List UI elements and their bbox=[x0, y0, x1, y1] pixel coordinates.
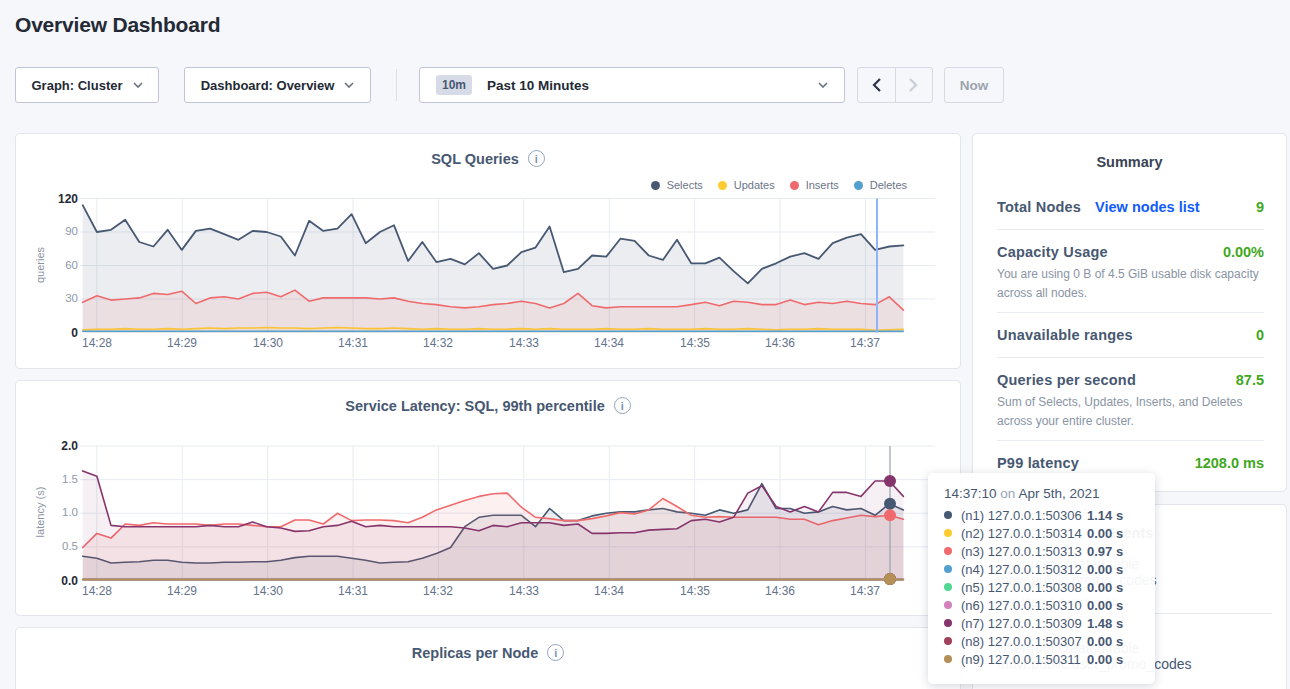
x-axis-tick: 14:29 bbox=[150, 584, 214, 598]
time-range-badge: 10m bbox=[436, 75, 472, 95]
node-dot-icon bbox=[944, 583, 952, 591]
chevron-down-icon bbox=[133, 82, 143, 88]
tooltip-node-row: (n7) 127.0.0.1:503091.48 s bbox=[944, 614, 1139, 632]
info-icon[interactable]: i bbox=[547, 644, 564, 661]
tooltip-node-row: (n5) 127.0.0.1:503080.00 s bbox=[944, 578, 1139, 596]
node-dot-icon bbox=[944, 619, 952, 627]
latency-chart[interactable] bbox=[16, 381, 960, 615]
x-axis-tick: 14:33 bbox=[492, 336, 556, 350]
x-axis-tick: 14:35 bbox=[663, 336, 727, 350]
summary-row-total-nodes: Total Nodes View nodes list 9 bbox=[997, 185, 1264, 230]
sql-queries-chart[interactable] bbox=[16, 134, 960, 368]
p99-latency-value: 1208.0 ms bbox=[1195, 455, 1264, 472]
summary-row-qps: Queries per second 87.5 Sum of Selects, … bbox=[997, 358, 1264, 441]
node-dot-icon bbox=[944, 565, 952, 573]
page-title: Overview Dashboard bbox=[15, 13, 220, 37]
chevron-down-icon bbox=[344, 82, 354, 88]
x-axis-tick: 14:34 bbox=[577, 336, 641, 350]
x-axis-tick: 14:34 bbox=[577, 584, 641, 598]
x-axis-tick: 14:36 bbox=[748, 584, 812, 598]
x-axis-tick: 14:29 bbox=[150, 336, 214, 350]
x-axis-tick: 14:35 bbox=[663, 584, 727, 598]
tooltip-node-row: (n9) 127.0.0.1:503110.00 s bbox=[944, 650, 1139, 668]
total-nodes-value: 9 bbox=[1256, 199, 1264, 216]
replicas-panel: Replicas per Node i bbox=[15, 627, 961, 689]
tooltip-node-row: (n3) 127.0.0.1:503130.97 s bbox=[944, 542, 1139, 560]
chevron-left-icon bbox=[872, 78, 881, 92]
tooltip-node-row: (n4) 127.0.0.1:503120.00 s bbox=[944, 560, 1139, 578]
x-axis-tick: 14:37 bbox=[833, 584, 897, 598]
chevron-down-icon bbox=[818, 82, 828, 88]
node-dot-icon bbox=[944, 637, 952, 645]
graph-dropdown[interactable]: Graph: Cluster bbox=[15, 67, 159, 103]
x-axis-tick: 14:28 bbox=[65, 584, 129, 598]
node-dot-icon bbox=[944, 529, 952, 537]
node-dot-icon bbox=[944, 601, 952, 609]
qps-value: 87.5 bbox=[1236, 372, 1264, 389]
summary-row-capacity: Capacity Usage 0.00% You are using 0 B o… bbox=[997, 230, 1264, 313]
tooltip-node-row: (n6) 127.0.0.1:503100.00 s bbox=[944, 596, 1139, 614]
controls-divider bbox=[396, 69, 397, 101]
now-button[interactable]: Now bbox=[944, 67, 1004, 103]
dashboard-dropdown-label: Dashboard: Overview bbox=[201, 78, 335, 93]
summary-panel: Summary Total Nodes View nodes list 9 Ca… bbox=[972, 133, 1287, 492]
y-axis-label: latency (s) bbox=[34, 452, 46, 572]
summary-title: Summary bbox=[973, 154, 1286, 170]
y-axis-tick: 2.0 bbox=[32, 439, 78, 453]
summary-row-unavailable: Unavailable ranges 0 bbox=[997, 313, 1264, 358]
chevron-right-icon bbox=[909, 78, 918, 92]
unavailable-ranges-value: 0 bbox=[1256, 327, 1264, 344]
view-nodes-list-link[interactable]: View nodes list bbox=[1095, 199, 1200, 216]
next-time-button[interactable] bbox=[896, 68, 933, 102]
time-range-picker[interactable]: 10m Past 10 Minutes bbox=[419, 67, 845, 103]
graph-dropdown-label: Graph: Cluster bbox=[31, 78, 122, 93]
capacity-usage-value: 0.00% bbox=[1223, 244, 1264, 261]
x-axis-tick: 14:36 bbox=[748, 336, 812, 350]
x-axis-tick: 14:30 bbox=[236, 336, 300, 350]
node-dot-icon bbox=[944, 547, 952, 555]
tooltip-timestamp: 14:37:10 on Apr 5th, 2021 bbox=[944, 486, 1139, 501]
x-axis-tick: 14:28 bbox=[65, 336, 129, 350]
x-axis-tick: 14:32 bbox=[406, 584, 470, 598]
node-dot-icon bbox=[944, 511, 952, 519]
prev-time-button[interactable] bbox=[858, 68, 896, 102]
tooltip-node-row: (n8) 127.0.0.1:503070.00 s bbox=[944, 632, 1139, 650]
sql-queries-panel: SQL Queries i SelectsUpdatesInsertsDelet… bbox=[15, 133, 961, 369]
x-axis-tick: 14:31 bbox=[321, 584, 385, 598]
chart-tooltip: 14:37:10 on Apr 5th, 2021 (n1) 127.0.0.1… bbox=[928, 473, 1155, 684]
x-axis-tick: 14:32 bbox=[406, 336, 470, 350]
dashboard-dropdown[interactable]: Dashboard: Overview bbox=[184, 67, 371, 103]
x-axis-tick: 14:37 bbox=[833, 336, 897, 350]
latency-panel: Service Latency: SQL, 99th percentile i … bbox=[15, 380, 961, 616]
y-axis-tick: 120 bbox=[32, 192, 78, 206]
replicas-title: Replicas per Node i bbox=[16, 644, 960, 661]
time-range-label: Past 10 Minutes bbox=[487, 78, 589, 93]
x-axis-tick: 14:31 bbox=[321, 336, 385, 350]
node-dot-icon bbox=[944, 655, 952, 663]
tooltip-node-row: (n1) 127.0.0.1:503061.14 s bbox=[944, 506, 1139, 524]
y-axis-label: queries bbox=[34, 205, 46, 325]
tooltip-node-row: (n2) 127.0.0.1:503140.00 s bbox=[944, 524, 1139, 542]
x-axis-tick: 14:30 bbox=[236, 584, 300, 598]
x-axis-tick: 14:33 bbox=[492, 584, 556, 598]
time-step-buttons bbox=[857, 67, 933, 103]
